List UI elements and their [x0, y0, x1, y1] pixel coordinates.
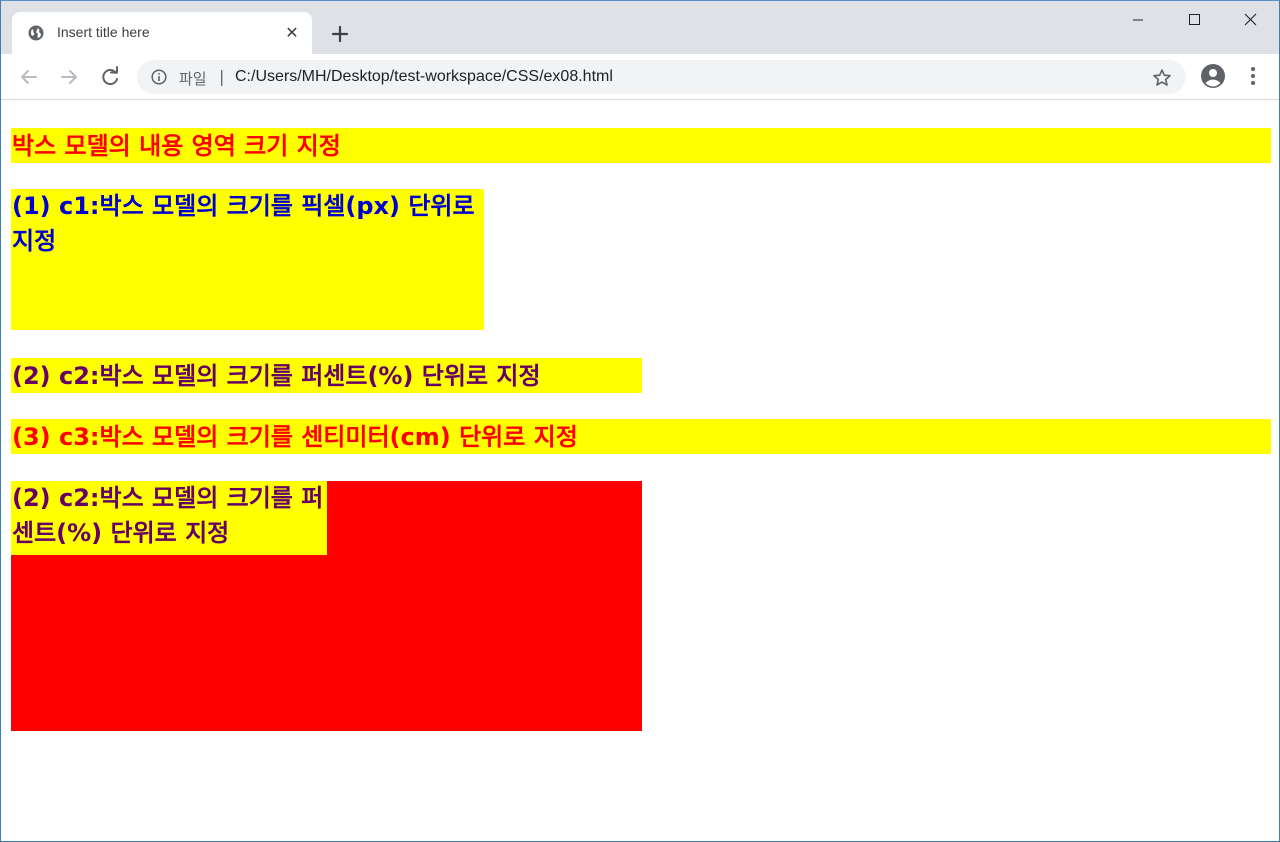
nested-box-c2: (2) c2:박스 모델의 크기를 퍼센트(%) 단위로 지정	[11, 481, 327, 555]
info-icon[interactable]	[151, 69, 167, 85]
url-text[interactable]: C:/Users/MH/Desktop/test-workspace/CSS/e…	[235, 68, 613, 86]
address-bar[interactable]: 파일 | C:/Users/MH/Desktop/test-workspace/…	[137, 60, 1186, 94]
forward-arrow-icon[interactable]	[55, 63, 83, 91]
scheme-label: 파일	[179, 70, 207, 88]
box-c3: (3) c3:박스 모델의 크기를 센티미터(cm) 단위로 지정	[11, 419, 1271, 454]
outer-red-box: (2) c2:박스 모델의 크기를 퍼센트(%) 단위로 지정	[11, 481, 642, 731]
kebab-menu-icon[interactable]	[1245, 65, 1261, 87]
toolbar: 파일 | C:/Users/MH/Desktop/test-workspace/…	[1, 54, 1279, 100]
page-content: 박스 모델의 내용 영역 크기 지정 (1) c1:박스 모델의 크기를 픽셀(…	[1, 101, 1279, 841]
tab-strip: Insert title here ✕	[1, 1, 1279, 54]
star-icon[interactable]	[1152, 68, 1172, 88]
account-circle-icon[interactable]	[1200, 63, 1226, 89]
tab-close-icon[interactable]: ✕	[282, 23, 302, 43]
box-c1: (1) c1:박스 모델의 크기를 픽셀(px) 단위로 지정	[11, 189, 484, 330]
maximize-icon[interactable]	[1166, 1, 1222, 41]
tab-title: Insert title here	[57, 24, 150, 40]
tab-active[interactable]: Insert title here ✕	[12, 12, 312, 54]
new-tab-icon[interactable]	[326, 20, 354, 48]
box-c2: (2) c2:박스 모델의 크기를 퍼센트(%) 단위로 지정	[11, 358, 642, 393]
back-arrow-icon[interactable]	[15, 63, 43, 91]
close-icon[interactable]	[1222, 1, 1278, 41]
browser-window: Insert title here ✕ 파일 | C:/Users/MH/Des…	[0, 0, 1280, 842]
url-separator: |	[219, 67, 225, 86]
reload-icon[interactable]	[96, 63, 124, 91]
minimize-icon[interactable]	[1110, 1, 1166, 41]
globe-icon	[28, 25, 44, 41]
page-heading: 박스 모델의 내용 영역 크기 지정	[11, 128, 1271, 163]
